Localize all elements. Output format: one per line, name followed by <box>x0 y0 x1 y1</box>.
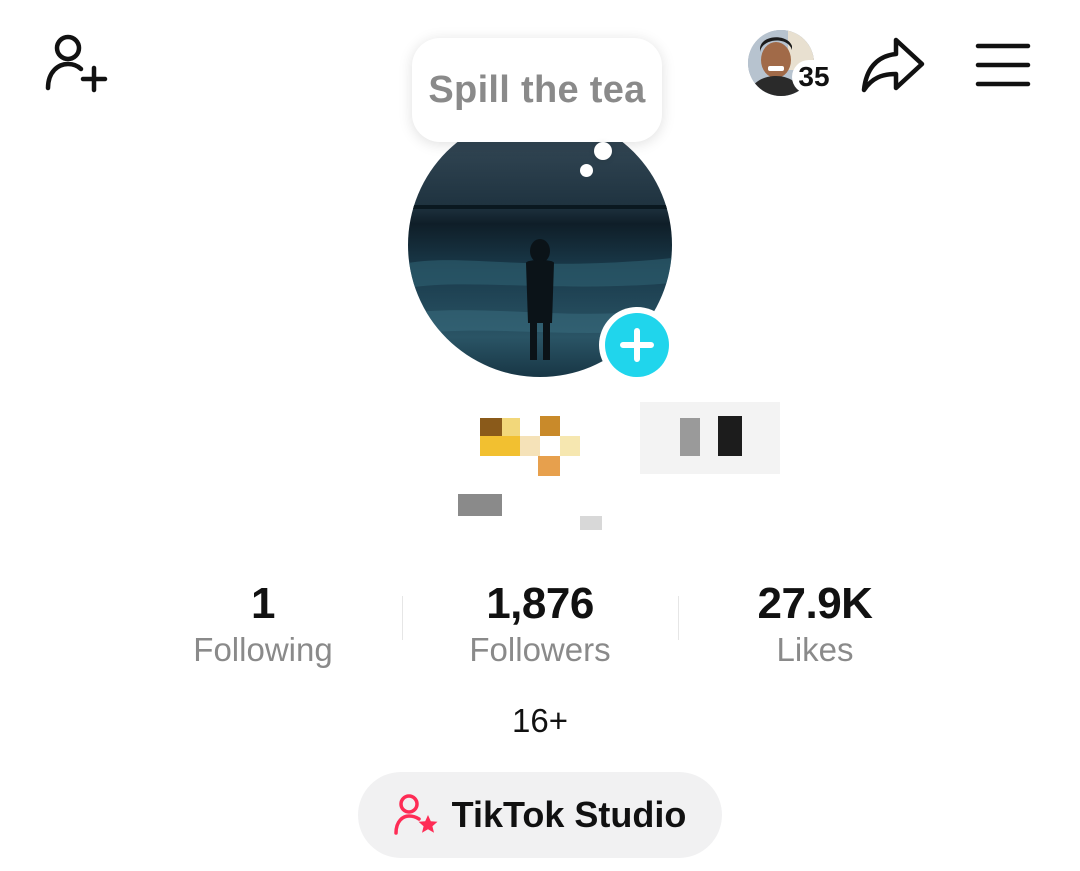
status-bubble-text: Spill the tea <box>428 68 646 111</box>
profile-page: 35 Spill the tea 1 Following 1,876 Follo… <box>0 0 1080 871</box>
person-plus-icon <box>45 34 108 93</box>
age-rating: 16+ <box>512 702 568 739</box>
add-friend-button[interactable] <box>40 30 112 96</box>
bubble-tail-dot <box>580 164 593 177</box>
avatar-add-button[interactable] <box>599 307 675 383</box>
share-button[interactable] <box>858 34 928 96</box>
story-count: 35 <box>792 60 836 94</box>
status-bubble[interactable]: Spill the tea <box>412 38 662 142</box>
stat-followers[interactable]: 1,876 Followers <box>420 580 660 670</box>
stat-divider <box>402 596 403 640</box>
tiktok-studio-button[interactable]: TikTok Studio <box>358 772 722 858</box>
person-star-icon <box>393 794 438 835</box>
plus-icon <box>620 328 654 362</box>
followers-label: Followers <box>469 631 611 668</box>
following-count: 1 <box>251 579 275 628</box>
following-label: Following <box>193 631 333 668</box>
followers-count: 1,876 <box>486 579 594 628</box>
likes-count: 27.9K <box>757 579 873 628</box>
bubble-tail <box>594 142 612 160</box>
menu-button[interactable] <box>972 40 1034 90</box>
stat-divider <box>678 596 679 640</box>
stat-likes[interactable]: 27.9K Likes <box>695 580 935 670</box>
hamburger-menu-icon <box>975 43 1031 87</box>
share-arrow-icon <box>861 37 925 93</box>
friends-story-button[interactable]: 35 <box>748 30 844 100</box>
stat-following[interactable]: 1 Following <box>143 580 383 670</box>
likes-label: Likes <box>776 631 854 668</box>
tiktok-studio-label: TikTok Studio <box>451 794 687 835</box>
